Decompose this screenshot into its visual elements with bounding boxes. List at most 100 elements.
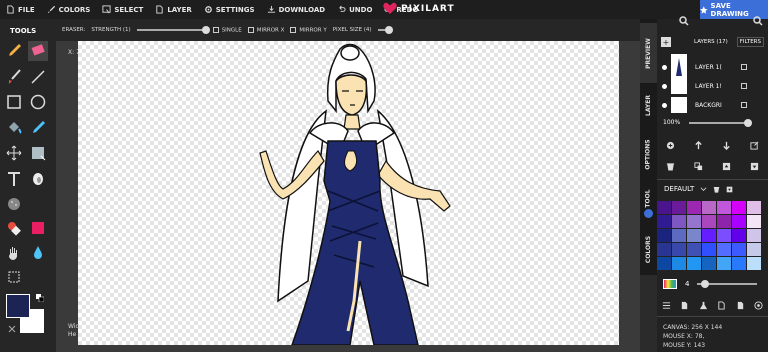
palette-swatch[interactable]	[747, 215, 761, 228]
palette-swatch[interactable]	[717, 201, 731, 214]
visibility-icon[interactable]	[662, 64, 667, 70]
menu-colors[interactable]: COLORS	[41, 0, 97, 19]
palette-swatch[interactable]	[657, 229, 671, 242]
rectangle-tool[interactable]	[4, 92, 24, 112]
palette-swatch[interactable]	[747, 257, 761, 270]
crop-tool[interactable]	[4, 267, 24, 287]
palette-swatch[interactable]	[672, 257, 686, 270]
strength-slider-knob[interactable]	[201, 26, 210, 34]
palette-swatch[interactable]	[717, 229, 731, 242]
list-icon[interactable]	[662, 301, 671, 310]
shade-tool[interactable]	[28, 169, 48, 189]
select-tool[interactable]	[28, 143, 48, 163]
palette-swatch[interactable]	[657, 257, 671, 270]
palette-swatch[interactable]	[657, 201, 671, 214]
fill-tool[interactable]	[4, 118, 24, 138]
gradient-tool[interactable]	[28, 218, 48, 238]
palette-swatch[interactable]	[702, 201, 716, 214]
palette-swatch[interactable]	[687, 243, 701, 256]
palette-swatch[interactable]	[732, 257, 746, 270]
menu-select[interactable]: SELECT	[96, 0, 149, 19]
opacity-slider[interactable]	[689, 119, 752, 127]
brush-tool[interactable]	[4, 67, 24, 87]
search-icon[interactable]	[753, 16, 763, 26]
visibility-icon[interactable]	[662, 83, 667, 89]
brush-size-slider[interactable]	[697, 280, 758, 288]
mirror-y-option[interactable]: MIRROR Y	[290, 26, 327, 33]
flask-icon[interactable]	[699, 301, 708, 310]
palette-swatch[interactable]	[747, 229, 761, 242]
pixel-size-slider[interactable]	[377, 26, 393, 34]
primary-color-swatch[interactable]	[6, 294, 30, 318]
palette-swatch[interactable]	[732, 201, 746, 214]
add-icon[interactable]	[666, 141, 675, 150]
palette-swatch[interactable]	[657, 215, 671, 228]
tab-preview[interactable]: PREVIEW	[640, 23, 657, 83]
eraser-tool[interactable]	[28, 41, 48, 61]
reset-colors-icon[interactable]	[8, 325, 16, 333]
tab-layer[interactable]: LAYER	[640, 85, 657, 125]
search-icon[interactable]	[679, 16, 689, 26]
palette-swatch[interactable]	[687, 229, 701, 242]
palette-swatch[interactable]	[672, 229, 686, 242]
trash-icon[interactable]	[713, 186, 720, 193]
palette-swatch[interactable]	[687, 201, 701, 214]
brand-logo[interactable]: PIXILART	[383, 2, 455, 15]
filters-button[interactable]: FILTERS	[736, 37, 764, 47]
visibility-icon[interactable]	[662, 102, 667, 108]
droplet-tool[interactable]	[28, 243, 48, 263]
trash-icon[interactable]	[666, 162, 675, 171]
palette-swatch[interactable]	[717, 243, 731, 256]
target-icon[interactable]	[754, 301, 763, 310]
eyedropper-tool[interactable]	[28, 118, 48, 138]
drawing-canvas[interactable]	[78, 41, 619, 345]
single-checkbox[interactable]	[212, 26, 219, 33]
palette-swatch[interactable]	[717, 257, 731, 270]
dither-tool[interactable]	[4, 194, 24, 214]
move-tool[interactable]	[4, 143, 24, 163]
menu-undo[interactable]: UNDO	[331, 0, 378, 19]
palette-swatch[interactable]	[732, 215, 746, 228]
layer-checkbox[interactable]	[741, 83, 747, 89]
pencil-tool[interactable]	[4, 41, 24, 61]
palette-swatch[interactable]	[717, 215, 731, 228]
duplicate-icon[interactable]	[694, 162, 703, 171]
palette-swatch[interactable]	[687, 257, 701, 270]
edit-icon[interactable]	[750, 141, 759, 150]
menu-layer[interactable]: LAYER	[149, 0, 197, 19]
line-tool[interactable]	[28, 67, 48, 87]
brush-size-knob[interactable]	[701, 280, 710, 288]
stamp-tool[interactable]	[4, 218, 24, 238]
export-icon[interactable]	[717, 301, 726, 310]
palette-swatch[interactable]	[702, 229, 716, 242]
palette-swatch[interactable]	[732, 243, 746, 256]
palette-swatch[interactable]	[702, 215, 716, 228]
palette-swatch[interactable]	[657, 243, 671, 256]
layer-row[interactable]: BACKGRI	[657, 96, 768, 114]
palette-swatch[interactable]	[687, 215, 701, 228]
palette-name[interactable]: DEFAULT	[664, 185, 694, 193]
opacity-knob[interactable]	[744, 119, 752, 127]
strength-slider[interactable]	[136, 26, 210, 34]
menu-settings[interactable]: SETTINGS	[198, 0, 261, 19]
mirror-y-checkbox[interactable]	[290, 26, 297, 33]
single-option[interactable]: SINGLE	[212, 26, 242, 33]
layer-checkbox[interactable]	[741, 64, 747, 70]
arrow-up-icon[interactable]	[694, 141, 703, 150]
palette-swatch[interactable]	[672, 201, 686, 214]
hand-tool[interactable]	[4, 243, 24, 263]
palette-swatch[interactable]	[672, 215, 686, 228]
tab-options[interactable]: OPTIONS	[640, 129, 657, 179]
text-tool[interactable]	[4, 169, 24, 189]
mirror-x-option[interactable]: MIRROR X	[247, 26, 284, 33]
menu-download[interactable]: DOWNLOAD	[261, 0, 332, 19]
add-palette-icon[interactable]	[726, 186, 733, 193]
color-picker-button[interactable]	[663, 279, 677, 289]
arrow-down-icon[interactable]	[722, 141, 731, 150]
add-layer-button[interactable]: +	[661, 37, 671, 47]
palette-swatch[interactable]	[732, 229, 746, 242]
layer-checkbox[interactable]	[741, 102, 747, 108]
palette-swatch[interactable]	[702, 257, 716, 270]
palette-swatch[interactable]	[672, 243, 686, 256]
palette-swatch[interactable]	[747, 243, 761, 256]
